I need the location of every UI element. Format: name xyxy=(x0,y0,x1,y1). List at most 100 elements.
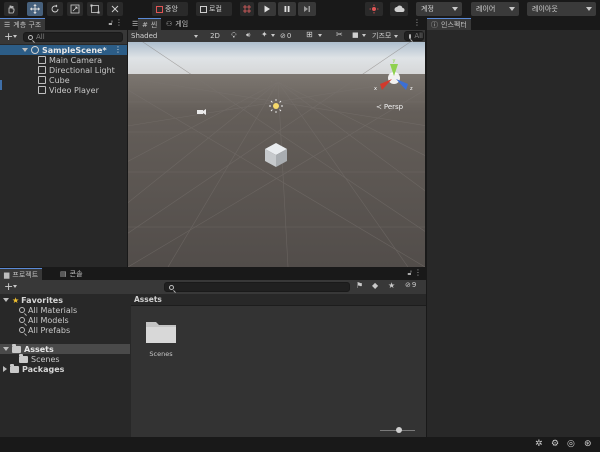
hierarchy-item-label: Video Player xyxy=(49,85,99,95)
gameobject-icon xyxy=(38,56,46,64)
hierarchy-item-video-player[interactable]: Video Player xyxy=(0,85,99,95)
lock-icon[interactable]: 🔓︎ xyxy=(407,269,412,278)
scene-root-row[interactable]: SampleScene* ⋮ xyxy=(0,45,127,55)
tab-scene[interactable]: # 씬 xyxy=(138,18,162,30)
packages-label: Packages xyxy=(22,364,65,374)
hierarchy-toolbar: + All xyxy=(0,30,127,44)
tab-inspector-label: 인스펙터 xyxy=(441,20,467,29)
chevron-down-icon[interactable] xyxy=(318,34,322,37)
account-label: 계정 xyxy=(421,5,434,13)
layers-dropdown[interactable]: 레이어 xyxy=(471,2,519,16)
hidden-objects-toggle[interactable]: ⊘ 0 xyxy=(280,31,291,41)
gizmos-dropdown[interactable]: 기즈모 xyxy=(372,31,399,41)
layout-dropdown[interactable]: 레이아웃 xyxy=(527,2,596,16)
chevron-down-icon xyxy=(509,7,515,11)
add-dropdown-icon[interactable] xyxy=(13,35,17,38)
hierarchy-search-input[interactable]: All xyxy=(23,32,123,42)
audio-icon[interactable]: 🔊︎ xyxy=(246,31,250,40)
play-button[interactable] xyxy=(258,2,276,16)
folder-icon: ▆ xyxy=(4,270,10,279)
add-dropdown-icon[interactable] xyxy=(13,285,17,288)
lock-icon[interactable]: 🔓︎ xyxy=(108,19,113,28)
grid-snap-icon xyxy=(243,5,251,13)
filter-by-label-icon[interactable]: ◆ xyxy=(372,281,378,290)
tab-project-label: 프로젝트 xyxy=(12,270,39,279)
scale-tool-button[interactable] xyxy=(67,2,83,16)
tools-icon[interactable]: ✂ xyxy=(336,30,343,39)
assets-child-scenes[interactable]: Scenes xyxy=(0,353,60,364)
main-toolbar: 중앙 로컬 계정 레이어 레이아웃 xyxy=(0,0,600,18)
cloud-button[interactable] xyxy=(390,2,408,16)
shading-mode-dropdown[interactable]: Shaded xyxy=(129,31,201,41)
grid-snap-button[interactable] xyxy=(240,2,254,16)
favorite-item-all-models[interactable]: All Models xyxy=(0,315,69,325)
step-button[interactable] xyxy=(298,2,316,16)
inspector-panel: ⓘ 인스펙터 xyxy=(427,18,600,437)
more-options-icon[interactable]: ⋮ xyxy=(115,18,123,27)
assets-row[interactable]: Assets xyxy=(0,343,130,354)
account-dropdown[interactable]: 계정 xyxy=(416,2,462,16)
hierarchy-item-directional-light[interactable]: Directional Light xyxy=(0,65,115,75)
move-tool-button[interactable] xyxy=(27,2,43,16)
project-content: Assets Scenes xyxy=(131,294,426,437)
tab-project[interactable]: ▆ 프로젝트 xyxy=(0,268,43,280)
favorite-item-all-prefabs[interactable]: All Prefabs xyxy=(0,325,70,335)
add-icon[interactable]: + xyxy=(4,280,13,293)
debug-mode-icon[interactable]: ⚙ xyxy=(551,439,559,449)
scene-search-placeholder: All xyxy=(414,32,423,40)
tab-inspector[interactable]: ⓘ 인스펙터 xyxy=(427,18,471,30)
filter-by-type-icon[interactable]: ⚑ xyxy=(356,281,363,290)
step-icon xyxy=(304,6,310,12)
rect-tool-button[interactable] xyxy=(87,2,103,16)
project-search-input[interactable] xyxy=(164,282,350,292)
notifications-icon[interactable]: ⊛ xyxy=(584,439,592,449)
selection-marker xyxy=(0,80,2,90)
projection-toggle[interactable]: ≺ Persp xyxy=(376,103,403,111)
chevron-down-icon xyxy=(22,48,28,52)
tab-game[interactable]: ⚇ 게임 xyxy=(162,18,192,30)
bug-icon[interactable]: ✲ xyxy=(535,439,543,449)
scene-search-input[interactable]: All xyxy=(404,31,424,41)
packages-row[interactable]: Packages xyxy=(0,363,65,374)
tab-hierarchy[interactable]: ☰ 계층 구조 xyxy=(0,18,46,30)
favorites-row[interactable]: ★ Favorites xyxy=(0,295,63,305)
pivot-local-button[interactable]: 로컬 xyxy=(196,2,232,16)
project-breadcrumb[interactable]: Assets xyxy=(131,294,426,306)
pivot-center-button[interactable]: 중앙 xyxy=(152,2,188,16)
favorite-item-label: All Prefabs xyxy=(28,325,71,335)
svg-text:x: x xyxy=(374,86,377,92)
add-icon[interactable]: + xyxy=(4,30,13,43)
more-options-icon[interactable]: ⋮ xyxy=(414,268,422,277)
camera-icon[interactable]: ■ xyxy=(352,31,359,39)
favorite-star-icon[interactable]: ★ xyxy=(388,281,395,290)
project-tree: ★ Favorites All Materials All Models All… xyxy=(0,294,130,437)
lighting-icon[interactable]: 💡︎ xyxy=(231,31,237,41)
favorite-item-all-materials[interactable]: All Materials xyxy=(0,305,77,315)
tab-console-label: 콘솔 xyxy=(69,270,83,278)
rotate-tool-button[interactable] xyxy=(47,2,63,16)
hand-icon xyxy=(8,5,15,14)
slider-thumb[interactable] xyxy=(396,427,402,433)
chevron-down-icon xyxy=(586,7,592,11)
toggle-2d-button[interactable]: 2D xyxy=(208,31,222,41)
scene-menu-icon[interactable]: ⋮ xyxy=(114,45,122,54)
scene-icon xyxy=(31,46,39,54)
hierarchy-item-cube[interactable]: Cube xyxy=(0,75,70,85)
scene-viewport[interactable]: y x z ≺ Persp xyxy=(128,42,425,267)
more-options-icon[interactable]: ⋮ xyxy=(413,18,421,27)
lighting-bake-icon[interactable]: ◎ xyxy=(567,439,575,449)
grid-toggle-icon[interactable]: ⊞ xyxy=(306,30,313,39)
scene-render: y x z xyxy=(128,42,425,267)
collab-button[interactable] xyxy=(365,2,383,16)
hierarchy-item-main-camera[interactable]: Main Camera xyxy=(0,55,102,65)
chevron-down-icon[interactable] xyxy=(271,34,275,37)
tab-console[interactable]: ▤ 콘솔 xyxy=(56,268,87,280)
hidden-packages-toggle[interactable]: ⊘ 9 xyxy=(405,281,416,289)
hand-tool-button[interactable] xyxy=(4,2,18,16)
transform-tool-button[interactable] xyxy=(107,2,123,16)
tab-scene-label: 씬 xyxy=(150,20,158,29)
grid-item-scenes[interactable]: Scenes xyxy=(141,318,181,362)
chevron-down-icon[interactable] xyxy=(362,34,366,37)
pause-button[interactable] xyxy=(278,2,296,16)
effects-icon[interactable]: ✦ xyxy=(261,30,268,39)
